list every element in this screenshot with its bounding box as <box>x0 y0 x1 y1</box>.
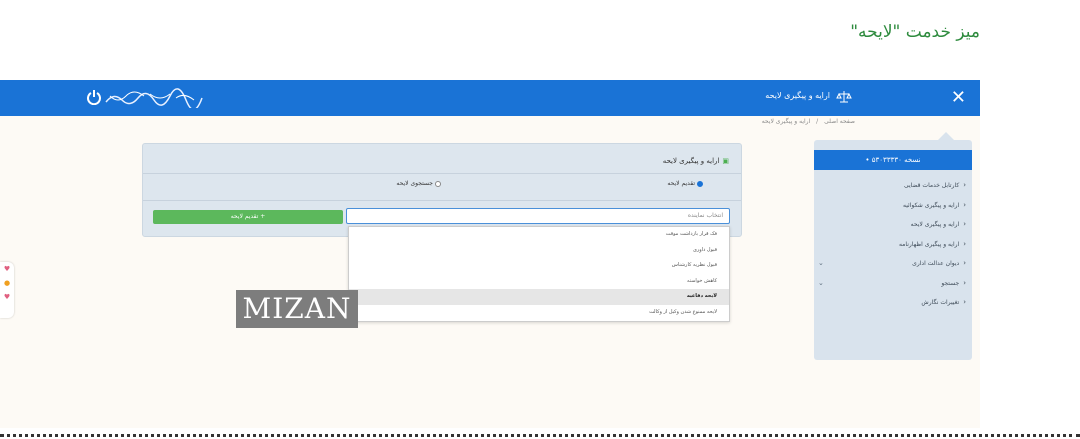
breadcrumb-sep: / <box>816 118 819 125</box>
side-menu: نسخه ۵۳۰۳۳۳۳۰ • ‹کارتابل خدمات قضایی ‹ار… <box>814 132 972 360</box>
heart-icon[interactable]: ♥ <box>0 290 14 304</box>
menu-notch <box>938 132 954 140</box>
scales-icon <box>836 91 852 103</box>
radio-submit-bill[interactable]: تقدیم لایحه <box>667 180 703 187</box>
radio-dot[interactable] <box>697 180 703 187</box>
chevron-left-icon: ‹ <box>963 278 966 287</box>
sidebar-item-label: جستجو <box>941 279 960 287</box>
dropdown-option[interactable]: فک قرار بازداشت موقت <box>349 227 729 243</box>
chevron-left-icon: ‹ <box>963 181 966 189</box>
calligraphy-logo <box>105 88 203 108</box>
radio-search-bill[interactable]: جستجوی لایحه <box>396 180 441 187</box>
sidebar-item-label: تغییرات نگارش <box>921 299 960 306</box>
close-icon[interactable]: ✕ <box>951 86 966 110</box>
bell-icon[interactable]: ● <box>0 276 14 290</box>
dropdown-option[interactable]: لایحه ممنوع شدن وکیل از وکالت <box>349 305 729 321</box>
chevron-left-icon: ‹ <box>963 259 966 267</box>
chevron-left-icon: ‹ <box>963 200 966 209</box>
chevron-down-icon: ⌄ <box>818 278 824 287</box>
sidebar-item-bill[interactable]: ‹ارایه و پیگیری لایحه <box>814 215 972 235</box>
sidebar-item-label: ارایه و پیگیری اظهارنامه <box>898 240 960 248</box>
page-title: میز خدمت "لایحه" <box>850 22 980 42</box>
divider <box>143 200 741 201</box>
mizan-watermark: MIZAN <box>236 290 358 328</box>
sidebar-item-declaration[interactable]: ‹ارایه و پیگیری اظهارنامه <box>814 235 972 255</box>
heart-icon[interactable]: ♥ <box>0 262 14 276</box>
app-title: ارایه و پیگیری لایحه <box>765 91 830 100</box>
chevron-left-icon: ‹ <box>963 298 966 306</box>
sidebar-item-changes[interactable]: ‹تغییرات نگارش <box>814 293 972 313</box>
chevron-left-icon: ‹ <box>963 239 966 248</box>
power-icon[interactable] <box>86 89 102 105</box>
dropdown-option-selected[interactable]: لایحه دفاعیه <box>349 289 729 305</box>
sidebar-item-complaint[interactable]: ‹ارایه و پیگیری شکوائیه <box>814 196 972 216</box>
app-topbar: ✕ ارایه و پیگیری لایحه <box>0 80 980 116</box>
submit-bill-button[interactable]: + تقدیم لایحه <box>153 210 343 224</box>
dropdown-option[interactable]: قبول داوری <box>349 243 729 259</box>
panel-header: ▣ارایه و پیگیری لایحه <box>663 157 729 165</box>
version-badge: نسخه ۵۳۰۳۳۳۳۰ • <box>814 150 972 170</box>
breadcrumb-current: ارایه و پیگیری لایحه <box>761 118 811 125</box>
sidebar-item-label: دیوان عدالت اداری <box>912 260 960 267</box>
radio-label: تقدیم لایحه <box>667 180 695 187</box>
dropdown-option[interactable]: قبول نظریه کارشناس <box>349 258 729 274</box>
radio-label: جستجوی لایحه <box>396 180 433 187</box>
chevron-down-icon: ⌄ <box>818 259 824 267</box>
sidebar-item-label: ارایه و پیگیری شکوائیه <box>903 201 960 209</box>
accessibility-widget[interactable]: ♥ ● ♥ <box>0 262 14 318</box>
sidebar-item-cartable[interactable]: ‹کارتابل خدمات قضایی <box>814 176 972 196</box>
sidebar-item-search[interactable]: ‹جستجو ⌄ <box>814 274 972 294</box>
document-icon: ▣ <box>722 157 729 165</box>
panel-header-label: ارایه و پیگیری لایحه <box>662 157 720 165</box>
radio-dot[interactable] <box>435 180 441 187</box>
breadcrumb-home[interactable]: صفحه اصلی <box>824 118 855 125</box>
sidebar-item-label: ارایه و پیگیری لایحه <box>910 221 960 228</box>
breadcrumb: صفحه اصلی / ارایه و پیگیری لایحه <box>758 118 855 125</box>
type-options-list: فک قرار بازداشت موقت قبول داوری قبول نظر… <box>348 226 730 322</box>
sidebar-item-court[interactable]: ‹دیوان عدالت اداری ⌄ <box>814 254 972 274</box>
cut-off-text <box>0 430 1080 439</box>
dropdown-option[interactable]: کاهش خواسته <box>349 274 729 290</box>
divider <box>143 173 741 174</box>
type-select-input[interactable]: انتخاب نماینده <box>346 208 730 224</box>
chevron-left-icon: ‹ <box>963 220 966 228</box>
sidebar-item-label: کارتابل خدمات قضایی <box>903 182 960 189</box>
